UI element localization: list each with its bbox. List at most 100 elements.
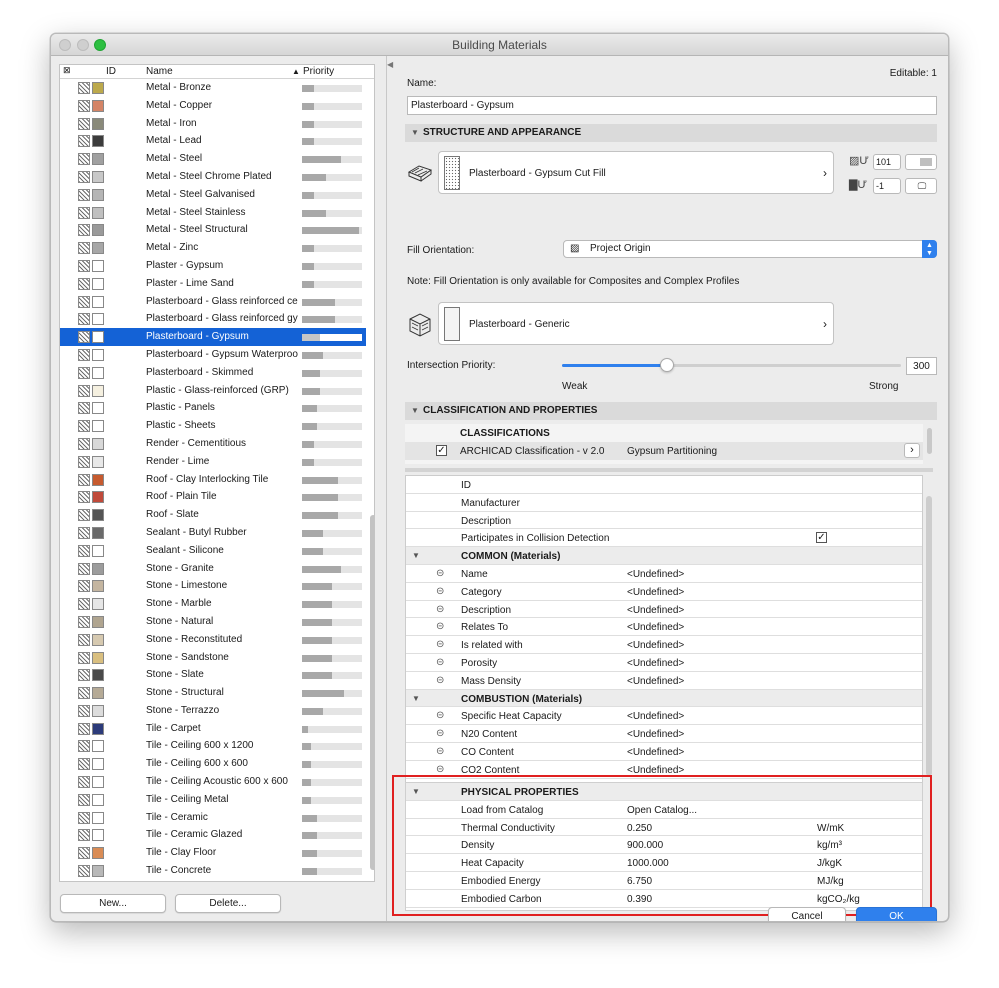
material-row[interactable]: Stone - Reconstituted (60, 631, 366, 649)
material-row[interactable]: Stone - Terrazzo (60, 702, 366, 720)
material-row[interactable]: Sealant - Butyl Rubber (60, 524, 366, 542)
material-row[interactable]: Metal - Bronze (60, 79, 366, 97)
foreground-pen-input[interactable]: 101 (873, 154, 901, 170)
material-row[interactable]: Tile - Ceramic Glazed (60, 826, 366, 844)
material-row[interactable]: Plasterboard - Skimmed (60, 364, 366, 382)
material-row[interactable]: Tile - Ceiling Acoustic 600 x 600 (60, 773, 366, 791)
material-row[interactable]: Roof - Clay Interlocking Tile (60, 471, 366, 489)
combustion-group-row[interactable]: ▼ COMBUSTION (Materials) (406, 689, 922, 708)
material-row[interactable]: Roof - Plain Tile (60, 488, 366, 506)
material-row[interactable]: Stone - Sandstone (60, 649, 366, 667)
classification-checkbox[interactable]: ✓ (436, 445, 447, 456)
column-settings-icon[interactable]: ⊠ (63, 65, 71, 76)
property-row[interactable]: ⊝ Relates To <Undefined> (406, 618, 922, 637)
close-window-button[interactable] (59, 39, 71, 51)
material-row[interactable]: Render - Cementitious (60, 435, 366, 453)
material-row[interactable]: Metal - Steel Stainless (60, 204, 366, 222)
split-handle[interactable] (405, 468, 933, 472)
material-row[interactable]: Metal - Iron (60, 115, 366, 133)
material-row[interactable]: Render - Lime (60, 453, 366, 471)
material-row[interactable]: Metal - Steel Structural (60, 221, 366, 239)
material-row[interactable]: Plaster - Gypsum (60, 257, 366, 275)
property-row[interactable]: ⊝ Porosity <Undefined> (406, 654, 922, 672)
collision-checkbox[interactable]: ✓ (816, 532, 827, 544)
classification-chevron-button[interactable]: › (904, 443, 920, 458)
material-row[interactable]: Roof - Slate (60, 506, 366, 524)
panel-divider[interactable] (386, 56, 387, 921)
material-row[interactable]: Plasterboard - Gypsum Waterproo (60, 346, 366, 364)
classification-scrollbar[interactable] (927, 428, 932, 454)
property-row[interactable]: ⊝ Mass Density <Undefined> (406, 672, 922, 690)
property-name: Is related with (461, 640, 523, 652)
material-name: Metal - Lead (146, 135, 202, 147)
material-row[interactable]: Metal - Copper (60, 97, 366, 115)
foreground-pen-swatch[interactable] (905, 154, 937, 170)
material-row[interactable]: Plasterboard - Glass reinforced ce (60, 293, 366, 311)
material-row[interactable]: Tile - Ceiling 600 x 600 (60, 755, 366, 773)
property-row[interactable]: Description (406, 512, 922, 530)
property-row[interactable]: Manufacturer (406, 494, 922, 512)
property-row[interactable]: Participates in Collision Detection ✓ (406, 529, 922, 548)
property-row[interactable]: ID (406, 476, 922, 494)
priority-bar (302, 636, 362, 644)
material-row[interactable]: Sealant - Silicone (60, 542, 366, 560)
intersection-priority-slider[interactable] (562, 358, 901, 372)
property-row[interactable]: ⊝ Category <Undefined> (406, 583, 922, 601)
common-group-row[interactable]: ▼ COMMON (Materials) (406, 547, 922, 565)
material-row[interactable]: Plasterboard - Glass reinforced gy (60, 310, 366, 328)
intersection-priority-input[interactable]: 300 (906, 357, 937, 375)
material-row[interactable]: Tile - Carpet (60, 720, 366, 738)
material-row[interactable]: Metal - Steel Chrome Plated (60, 168, 366, 186)
material-row[interactable]: Plastic - Panels (60, 399, 366, 417)
material-row[interactable]: Stone - Marble (60, 595, 366, 613)
material-row[interactable]: Stone - Structural (60, 684, 366, 702)
material-row[interactable]: Metal - Steel Galvanised (60, 186, 366, 204)
material-row[interactable]: Stone - Limestone (60, 577, 366, 595)
priority-bar (302, 156, 362, 164)
column-priority-header[interactable]: Priority (303, 66, 334, 77)
property-row[interactable]: ⊝ N20 Content <Undefined> (406, 725, 922, 743)
minimize-window-button[interactable] (77, 39, 89, 51)
material-row[interactable]: Tile - Ceiling 600 x 1200 (60, 737, 366, 755)
material-row[interactable]: Plaster - Lime Sand (60, 275, 366, 293)
material-name-input[interactable]: Plasterboard - Gypsum (407, 96, 937, 115)
classification-row[interactable]: ✓ ARCHICAD Classification - v 2.0 Gypsum… (405, 442, 923, 460)
column-id-header[interactable]: ID (106, 66, 116, 77)
material-row[interactable]: Plastic - Glass-reinforced (GRP) (60, 382, 366, 400)
delete-material-button[interactable]: Delete... (175, 894, 281, 913)
monitor-icon[interactable]: 🖵 (905, 178, 937, 194)
material-row[interactable]: Metal - Zinc (60, 239, 366, 257)
material-row[interactable]: Plastic - Sheets (60, 417, 366, 435)
properties-scrollbar[interactable] (926, 496, 932, 776)
title-bar: Building Materials (51, 34, 948, 56)
background-pen-input[interactable]: -1 (873, 178, 901, 194)
material-row[interactable]: Stone - Granite (60, 560, 366, 578)
column-name-header[interactable]: Name (146, 66, 173, 77)
material-row[interactable]: Metal - Steel (60, 150, 366, 168)
material-row[interactable]: Tile - Ceiling Metal (60, 791, 366, 809)
ok-button[interactable]: OK (856, 907, 937, 921)
material-row[interactable]: Tile - Ceramic (60, 809, 366, 827)
material-row[interactable]: Stone - Slate (60, 666, 366, 684)
property-row[interactable]: ⊝ CO Content <Undefined> (406, 743, 922, 761)
material-row[interactable]: Tile - Concrete (60, 862, 366, 880)
material-row[interactable]: Plasterboard - Gypsum (60, 328, 366, 346)
zoom-window-button[interactable] (94, 39, 106, 51)
material-row[interactable]: Stone - Natural (60, 613, 366, 631)
cut-fill-picker[interactable]: Plasterboard - Gypsum Cut Fill › (438, 151, 834, 194)
structure-section-header[interactable]: ▼ STRUCTURE AND APPEARANCE (405, 124, 937, 142)
property-row[interactable]: ⊝ Name <Undefined> (406, 565, 922, 583)
material-row[interactable]: Metal - Lead (60, 132, 366, 150)
property-row[interactable]: ⊝ Specific Heat Capacity <Undefined> (406, 707, 922, 726)
list-scrollbar[interactable] (370, 515, 374, 870)
slider-knob[interactable] (660, 358, 675, 372)
classification-section-header[interactable]: ▼ CLASSIFICATION AND PROPERTIES (405, 402, 937, 420)
cancel-button[interactable]: Cancel (768, 907, 846, 921)
property-row[interactable]: ⊝ Is related with <Undefined> (406, 636, 922, 654)
fill-orientation-select[interactable]: ▨ Project Origin ▲ ▼ (563, 240, 937, 258)
material-row[interactable]: Tile - Clay Floor (60, 844, 366, 862)
property-row[interactable]: ⊝ Description <Undefined> (406, 601, 922, 619)
surface-picker[interactable]: Plasterboard - Generic › (438, 302, 834, 345)
material-name: Render - Cementitious (146, 437, 247, 449)
new-material-button[interactable]: New... (60, 894, 166, 913)
